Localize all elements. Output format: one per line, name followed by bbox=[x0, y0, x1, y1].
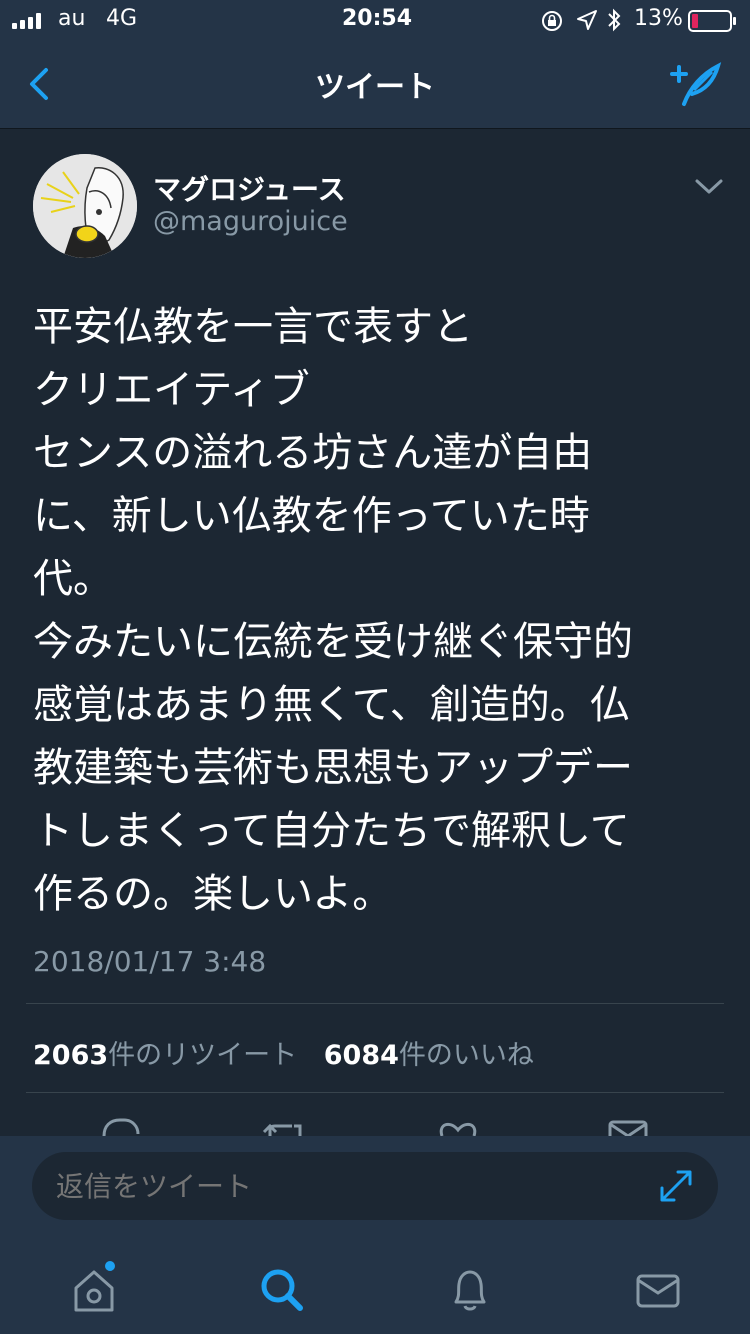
orientation-lock-icon bbox=[540, 9, 564, 37]
search-icon bbox=[261, 1269, 303, 1311]
page-title: ツイート bbox=[315, 70, 435, 105]
tab-bar bbox=[0, 1244, 750, 1334]
retweet-count: 2063 bbox=[33, 1040, 109, 1071]
tweet-timestamp: 2018/01/17 3:48 bbox=[33, 945, 267, 978]
like-action-button[interactable] bbox=[434, 1108, 484, 1136]
tab-search[interactable] bbox=[252, 1260, 312, 1320]
battery-percent: 13% bbox=[634, 6, 683, 31]
reply-icon bbox=[102, 1118, 140, 1136]
notifications-icon bbox=[454, 1270, 486, 1311]
location-icon bbox=[576, 9, 598, 35]
reply-input[interactable] bbox=[32, 1152, 718, 1220]
status-bar: au 4G 20:54 13% bbox=[0, 0, 750, 40]
network-label: 4G bbox=[106, 6, 138, 31]
like-stat[interactable]: 6084件のいいね bbox=[324, 1040, 534, 1071]
expand-icon bbox=[660, 1170, 692, 1202]
avatar[interactable] bbox=[33, 154, 137, 258]
like-count: 6084 bbox=[323, 1040, 399, 1071]
bluetooth-icon bbox=[606, 8, 622, 36]
tweet-stats: 2063件のリツイート 6084件のいいね bbox=[33, 1033, 534, 1072]
tweet-options-button[interactable] bbox=[692, 172, 726, 200]
tab-notifications[interactable] bbox=[440, 1260, 500, 1320]
envelope-icon bbox=[608, 1120, 648, 1136]
user-handle[interactable]: @magurojuice bbox=[153, 206, 348, 237]
reply-bar bbox=[0, 1136, 750, 1244]
battery-icon bbox=[688, 10, 738, 36]
heart-icon bbox=[439, 1122, 477, 1136]
home-icon bbox=[74, 1261, 115, 1312]
clock: 20:54 bbox=[342, 6, 413, 31]
expand-reply-button[interactable] bbox=[656, 1166, 696, 1206]
chevron-down-icon bbox=[695, 179, 723, 194]
retweet-action-button[interactable] bbox=[258, 1108, 308, 1136]
messages-icon bbox=[636, 1274, 680, 1308]
retweet-label: 件のリツイート bbox=[108, 1040, 298, 1071]
display-name[interactable]: マグロジュース bbox=[153, 168, 346, 208]
reply-action-button[interactable] bbox=[96, 1108, 146, 1136]
retweet-stat[interactable]: 2063件のリツイート bbox=[33, 1040, 297, 1071]
like-label: 件のいいね bbox=[398, 1040, 534, 1071]
tab-messages[interactable] bbox=[628, 1260, 688, 1320]
tweet-text: 平安仏教を一言で表すと クリエイティブ センスの溢れる坊さん達が自由 に、新しい… bbox=[33, 304, 633, 917]
divider bbox=[26, 1092, 724, 1093]
share-action-button[interactable] bbox=[604, 1108, 654, 1136]
tab-home[interactable] bbox=[64, 1260, 124, 1320]
carrier-label: au bbox=[58, 6, 86, 31]
signal-icon bbox=[12, 13, 46, 29]
retweet-icon bbox=[262, 1123, 302, 1136]
divider bbox=[26, 1003, 724, 1004]
